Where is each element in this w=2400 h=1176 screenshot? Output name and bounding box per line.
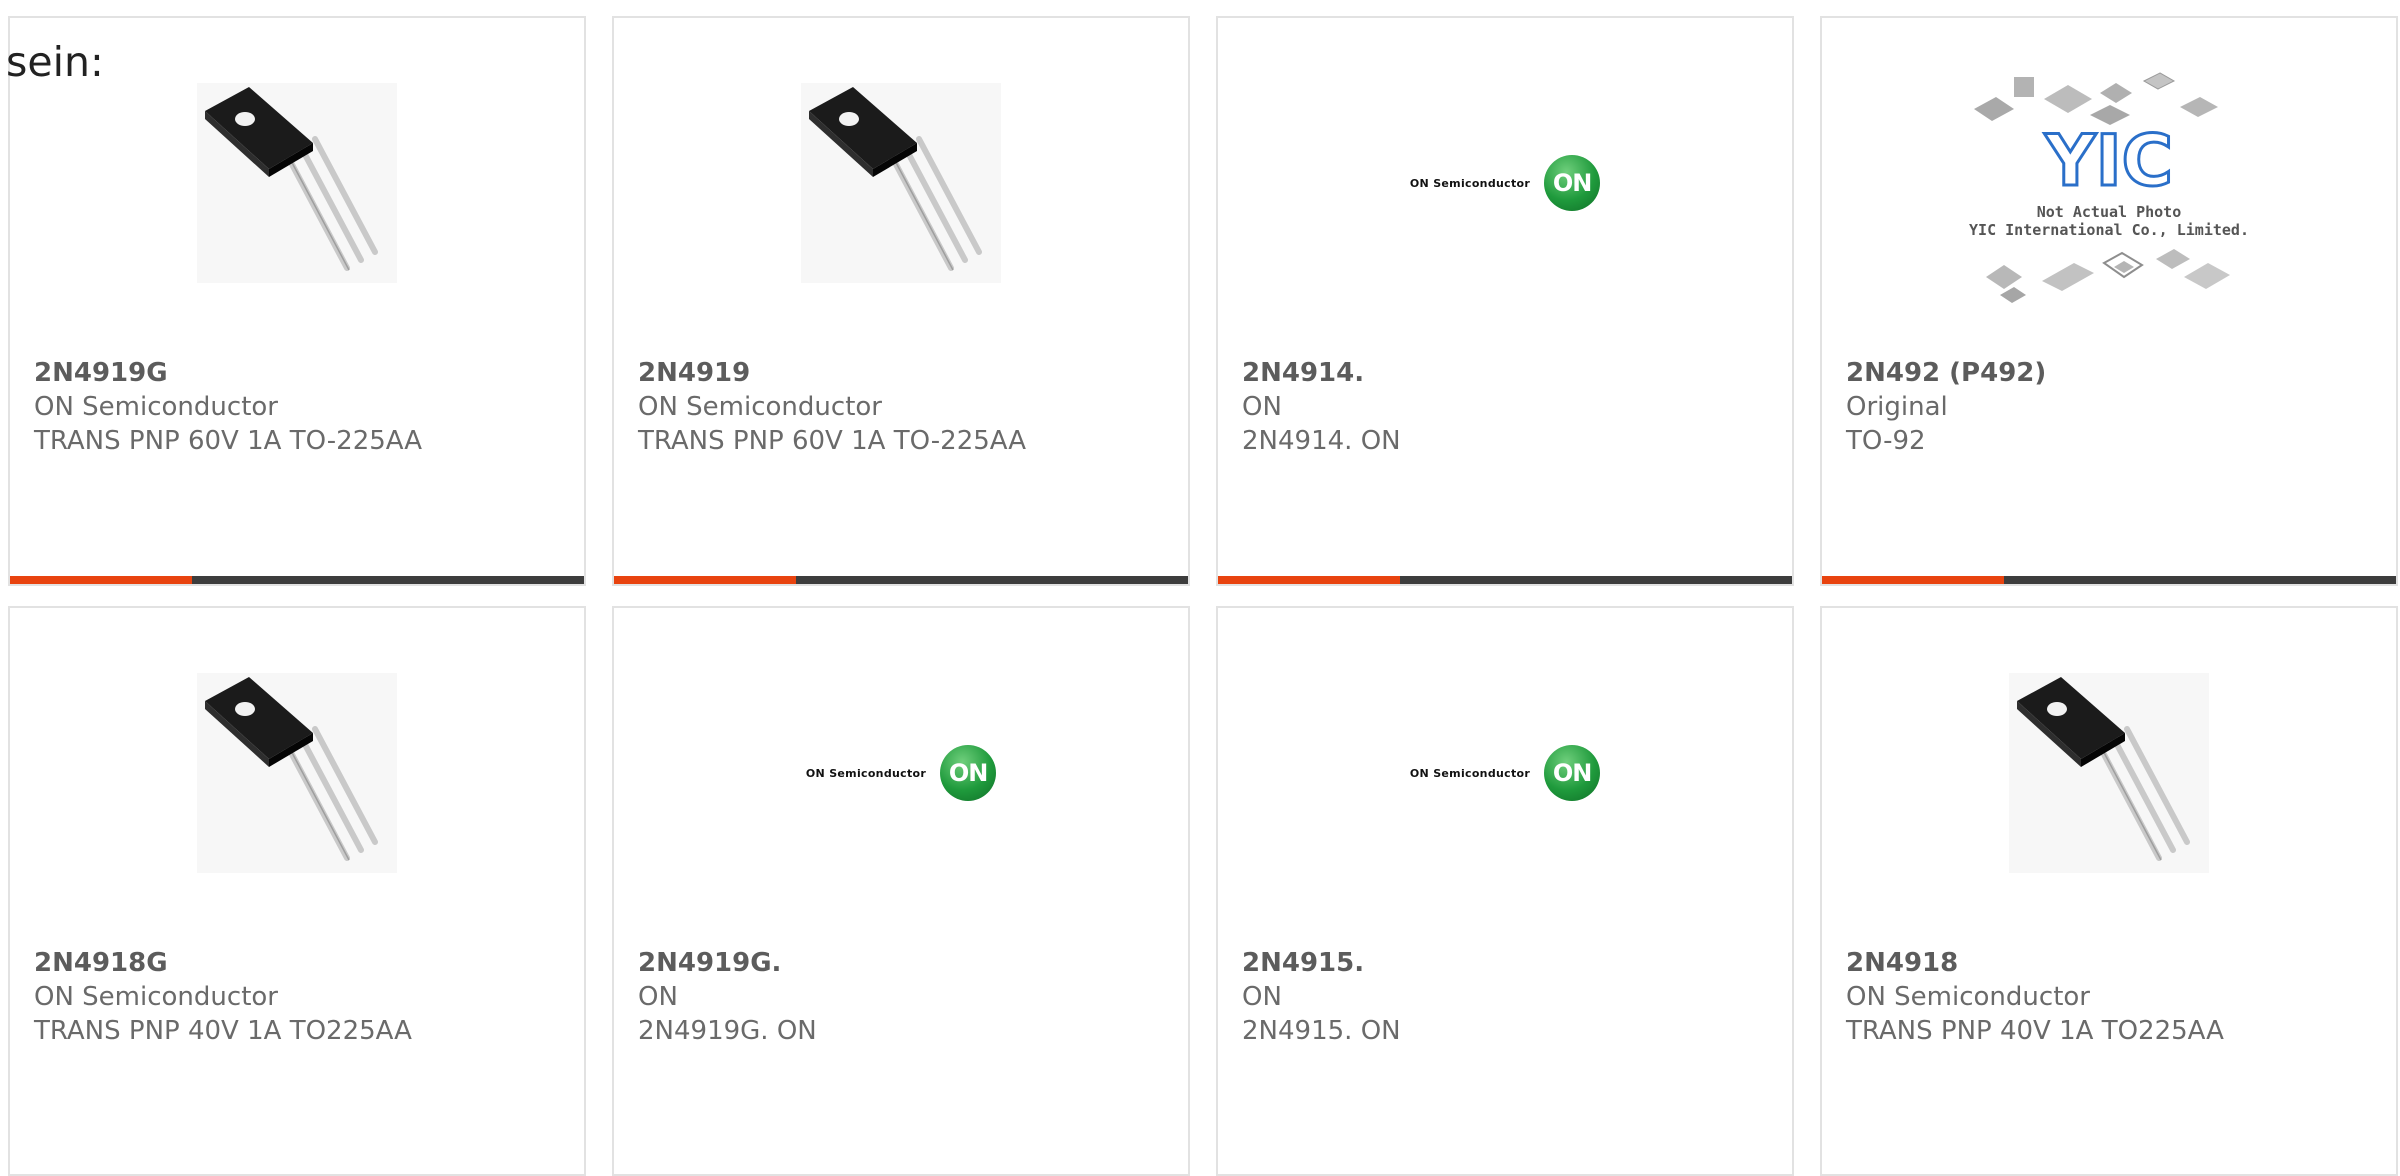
product-image [10,668,584,878]
product-info: 2N4918G ON Semiconductor TRANS PNP 40V 1… [34,946,572,1048]
transistor-photo-icon [197,673,397,873]
product-card[interactable]: ON Semiconductor ON 2N4919G. ON 2N4919G.… [612,606,1190,1176]
manufacturer: ON Semiconductor [34,392,278,422]
product-image: ON Semiconductor ON [1218,668,1792,878]
manufacturer: ON [638,982,678,1012]
on-semiconductor-logo-icon: ON Semiconductor ON [1409,745,1601,801]
product-card[interactable]: 2N4919G ON Semiconductor TRANS PNP 60V 1… [8,16,586,586]
manufacturer: ON [1242,392,1282,422]
yic-caption-line1: Not Actual Photo [2037,203,2182,221]
product-card[interactable]: ON Semiconductor ON 2N4914. ON 2N4914. O… [1216,16,1794,586]
logo-wordmark: ON Semiconductor [1409,176,1531,190]
product-card[interactable]: ON Semiconductor ON 2N4915. ON 2N4915. O… [1216,606,1794,1176]
description: TRANS PNP 60V 1A TO-225AA [34,426,423,456]
on-semiconductor-logo-icon: ON Semiconductor ON [1409,155,1601,211]
logo-mark: ON [1544,155,1601,211]
yic-placeholder-icon: YIC Not Actual Photo YIC International C… [1969,72,2249,303]
product-info: 2N492 (P492) Original TO-92 [1846,356,2384,458]
manufacturer: ON [1242,982,1282,1012]
product-card[interactable]: YIC Not Actual Photo YIC International C… [1820,16,2398,586]
card-progress-bar [1822,576,2396,584]
manufacturer: ON Semiconductor [1846,982,2090,1012]
manufacturer: ON Semiconductor [638,392,882,422]
logo-wordmark: ON Semiconductor [1409,766,1531,780]
logo-mark: ON [940,745,997,801]
product-info: 2N4918 ON Semiconductor TRANS PNP 40V 1A… [1846,946,2384,1048]
card-progress-accent [1218,576,1400,584]
on-semiconductor-logo-icon: ON Semiconductor ON [805,745,997,801]
description: TRANS PNP 40V 1A TO225AA [1846,1016,2224,1046]
product-info: 2N4919G. ON 2N4919G. ON [638,946,1176,1048]
product-image: ON Semiconductor ON [614,668,1188,878]
description: 2N4914. ON [1242,426,1401,456]
product-card[interactable]: 2N4918G ON Semiconductor TRANS PNP 40V 1… [8,606,586,1176]
part-number[interactable]: 2N4918G [34,946,572,980]
description: TO-92 [1846,426,1926,456]
transistor-photo-icon [197,83,397,283]
part-number[interactable]: 2N4915. [1242,946,1780,980]
card-progress-bar [614,576,1188,584]
part-number[interactable]: 2N4914. [1242,356,1780,390]
logo-mark: ON [1544,745,1601,801]
part-number[interactable]: 2N4919G [34,356,572,390]
card-progress-accent [10,576,192,584]
transistor-photo-icon [2009,673,2209,873]
yic-caption-line2: YIC International Co., Limited. [1969,221,2249,239]
product-image [614,78,1188,288]
product-image [10,78,584,288]
part-number[interactable]: 2N4918 [1846,946,2384,980]
product-card[interactable]: 2N4918 ON Semiconductor TRANS PNP 40V 1A… [1820,606,2398,1176]
card-progress-accent [614,576,796,584]
card-progress-accent [1822,576,2004,584]
product-info: 2N4914. ON 2N4914. ON [1242,356,1780,458]
logo-wordmark: ON Semiconductor [805,766,927,780]
yic-mark: YIC [2044,120,2173,202]
product-card[interactable]: 2N4919 ON Semiconductor TRANS PNP 60V 1A… [612,16,1190,586]
description: 2N4919G. ON [638,1016,817,1046]
product-grid: 2N4919G ON Semiconductor TRANS PNP 60V 1… [8,16,2398,1176]
manufacturer: Original [1846,392,1948,422]
product-info: 2N4919 ON Semiconductor TRANS PNP 60V 1A… [638,356,1176,458]
product-image: YIC Not Actual Photo YIC International C… [1822,62,2396,312]
manufacturer: ON Semiconductor [34,982,278,1012]
description: TRANS PNP 40V 1A TO225AA [34,1016,412,1046]
part-number[interactable]: 2N4919G. [638,946,1176,980]
product-image [1822,668,2396,878]
transistor-photo-icon [801,83,1001,283]
part-number[interactable]: 2N492 (P492) [1846,356,2384,390]
product-info: 2N4915. ON 2N4915. ON [1242,946,1780,1048]
part-number[interactable]: 2N4919 [638,356,1176,390]
description: TRANS PNP 60V 1A TO-225AA [638,426,1027,456]
card-progress-bar [1218,576,1792,584]
product-image: ON Semiconductor ON [1218,78,1792,288]
product-info: 2N4919G ON Semiconductor TRANS PNP 60V 1… [34,356,572,458]
card-progress-bar [10,576,584,584]
description: 2N4915. ON [1242,1016,1401,1046]
page-heading: sein: [6,38,104,86]
